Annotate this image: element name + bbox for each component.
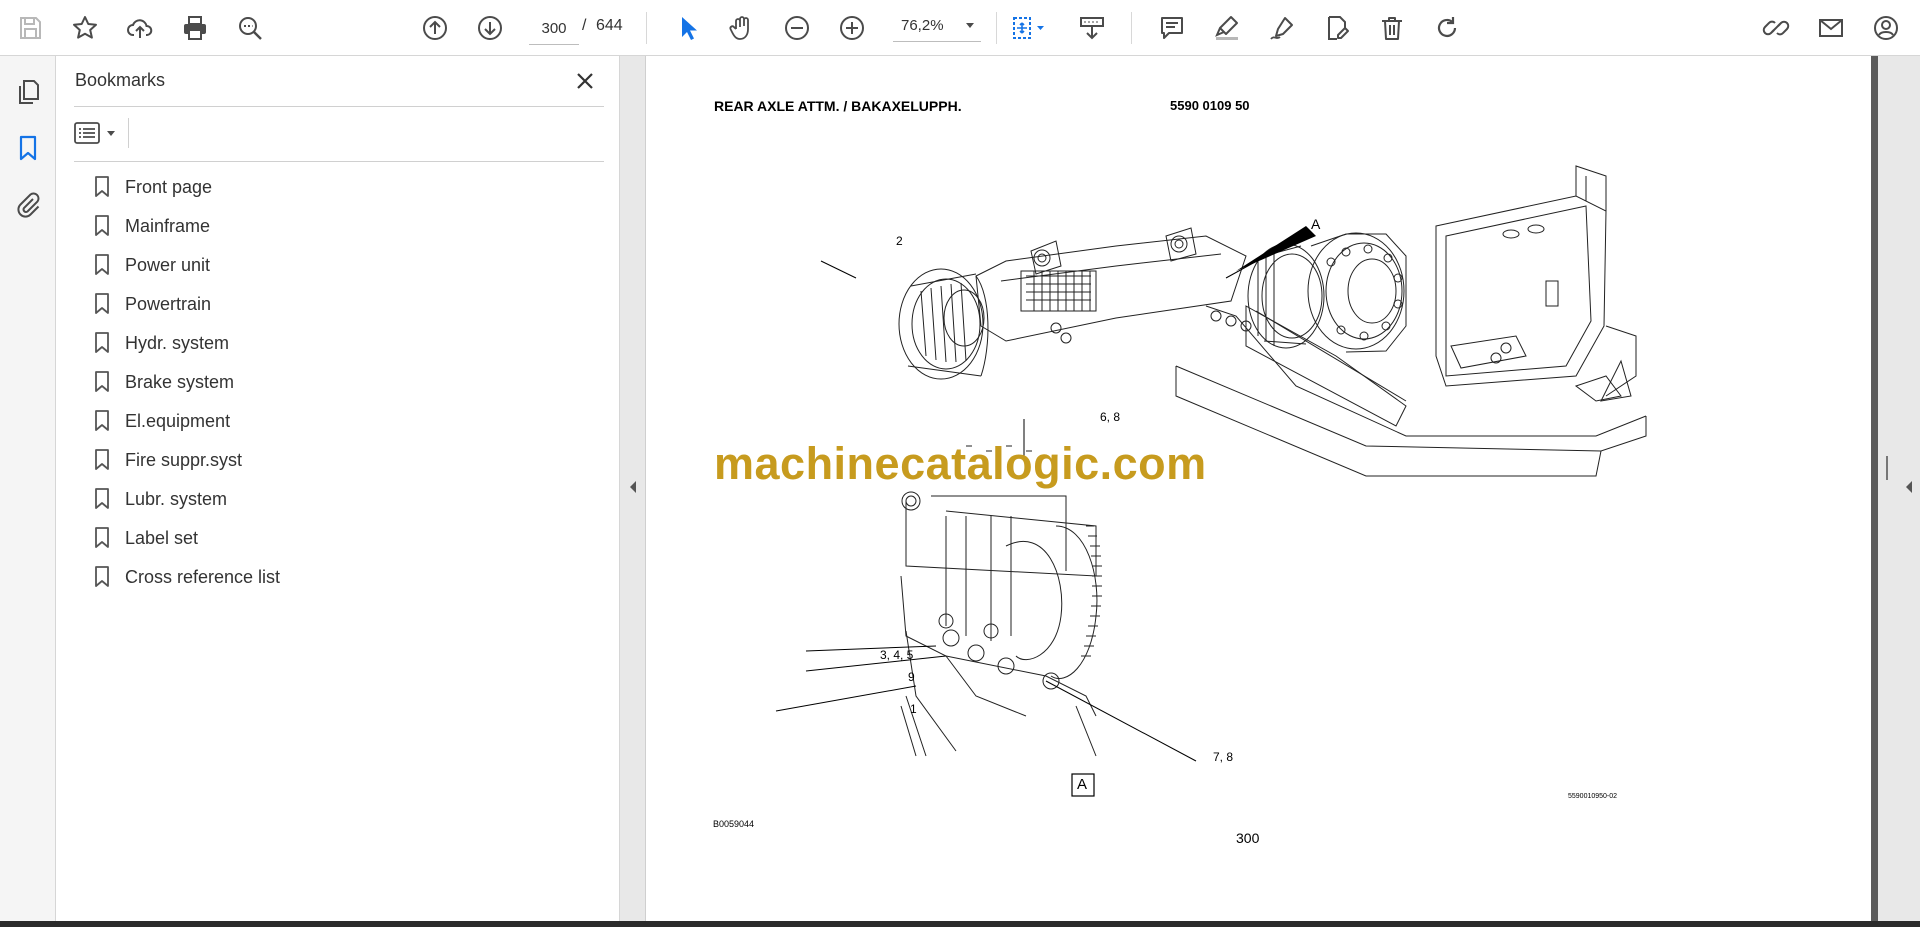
zoom-out-icon[interactable] xyxy=(778,9,816,47)
star-icon[interactable] xyxy=(66,9,104,47)
watermark: machinecatalogic.com xyxy=(714,438,1207,489)
bookmark-item[interactable]: Brake system xyxy=(94,367,574,397)
bookmark-icon xyxy=(95,410,109,431)
print-icon[interactable] xyxy=(176,9,214,47)
bookmark-label: Mainframe xyxy=(125,215,211,236)
callout-3-4-5: 3, 4, 5 xyxy=(880,648,914,662)
expand-right-panel-icon xyxy=(1906,481,1912,493)
bookmark-icon xyxy=(95,371,109,392)
bookmark-label: Cross reference list xyxy=(125,566,281,587)
bookmark-label: Brake system xyxy=(125,371,235,392)
detail-label-A: A xyxy=(1077,776,1088,793)
bookmark-item[interactable]: Hydr. system xyxy=(94,328,574,358)
callout-1: 1 xyxy=(910,702,917,716)
page-separator: / xyxy=(582,17,587,34)
document-page: REAR AXLE ATTM. / BAKAXELUPPH. 5590 0109… xyxy=(646,56,1871,921)
divider xyxy=(74,161,604,162)
bookmark-item[interactable]: El.equipment xyxy=(94,406,574,436)
bookmark-label: Fire suppr.syst xyxy=(125,449,243,470)
zoom-value: 76,2% xyxy=(901,17,944,34)
bookmark-icon xyxy=(95,176,109,197)
link-share-icon[interactable] xyxy=(1757,9,1795,47)
bookmark-icon xyxy=(95,449,109,470)
bookmark-icon xyxy=(95,332,109,353)
resize-handle[interactable] xyxy=(1886,456,1888,480)
right-panel-strip[interactable] xyxy=(1878,56,1920,921)
comment-icon[interactable] xyxy=(1153,9,1191,47)
zoom-in-icon[interactable] xyxy=(833,9,871,47)
bookmark-item[interactable]: Power unit xyxy=(94,250,574,280)
bookmark-item[interactable]: Mainframe xyxy=(94,211,574,241)
bookmark-icon xyxy=(95,293,109,314)
page-total: 644 xyxy=(596,17,623,34)
mail-icon[interactable] xyxy=(1812,9,1850,47)
callout-7-8: 7, 8 xyxy=(1213,750,1234,764)
bookmark-icon xyxy=(95,215,109,236)
select-tool-icon[interactable] xyxy=(668,9,706,47)
page-number-footer: 300 xyxy=(1236,830,1260,846)
bookmark-label: Hydr. system xyxy=(125,332,230,353)
bookmark-panel-icon[interactable] xyxy=(12,132,44,164)
drawing-reference: B0059044 xyxy=(713,819,755,829)
callout-9: 9 xyxy=(908,670,915,684)
bookmark-icon xyxy=(95,527,109,548)
bookmark-label: Front page xyxy=(125,176,213,197)
bookmark-label: Lubr. system xyxy=(125,488,228,509)
file-reference: 5590010950-02 xyxy=(1568,793,1618,800)
bookmark-icon xyxy=(95,488,109,509)
bookmark-label: El.equipment xyxy=(125,410,231,431)
toolbar-divider xyxy=(996,12,997,44)
toolbar-divider xyxy=(1131,12,1132,44)
panel-title: Bookmarks xyxy=(75,70,166,90)
bookmark-label: Label set xyxy=(125,527,199,548)
close-icon[interactable] xyxy=(572,68,598,94)
panel-collapse-strip[interactable] xyxy=(620,56,646,921)
delete-icon[interactable] xyxy=(1373,9,1411,47)
list-options-icon xyxy=(74,122,100,144)
zoom-dropdown[interactable]: 76,2% xyxy=(893,12,981,42)
bookmark-label: Power unit xyxy=(125,254,211,275)
page-number-input[interactable] xyxy=(529,12,579,45)
bookmark-item[interactable]: Lubr. system xyxy=(94,484,574,514)
find-icon[interactable] xyxy=(231,9,269,47)
page-thumbnails-icon[interactable] xyxy=(12,76,44,108)
draw-icon[interactable] xyxy=(1263,9,1301,47)
taskbar-edge xyxy=(0,921,1920,927)
bookmark-item[interactable]: Front page xyxy=(94,172,574,202)
divider xyxy=(128,118,129,148)
bookmark-item[interactable]: Label set xyxy=(94,523,574,553)
main-toolbar: / 644 76,2% xyxy=(0,0,1920,56)
collapse-left-icon xyxy=(630,481,636,493)
bookmark-item[interactable]: Fire suppr.syst xyxy=(94,445,574,475)
bookmark-options-button[interactable] xyxy=(74,118,120,148)
vertical-scrollbar[interactable] xyxy=(1871,56,1878,921)
bookmark-icon xyxy=(95,566,109,587)
hand-tool-icon[interactable] xyxy=(723,9,761,47)
scroll-mode-icon[interactable] xyxy=(1073,9,1111,47)
bookmark-label: Powertrain xyxy=(125,293,212,314)
callout-2: 2 xyxy=(896,234,903,248)
bookmark-item[interactable]: Powertrain xyxy=(94,289,574,319)
bookmark-item[interactable]: Cross reference list xyxy=(94,562,574,592)
rotate-icon[interactable] xyxy=(1428,9,1466,47)
divider xyxy=(74,106,604,107)
edit-text-icon[interactable] xyxy=(1318,9,1356,47)
highlight-icon[interactable] xyxy=(1208,9,1246,47)
save-icon[interactable] xyxy=(11,9,49,47)
bookmarks-panel: Bookmarks Front page Mainframe Power uni… xyxy=(56,56,620,921)
left-nav-rail xyxy=(0,56,56,921)
chevron-down-icon xyxy=(107,131,115,136)
attachments-icon[interactable] xyxy=(12,188,44,220)
chevron-down-icon xyxy=(966,23,974,28)
bookmark-icon xyxy=(95,254,109,275)
callout-A: A xyxy=(1311,216,1321,232)
toolbar-divider xyxy=(646,12,647,44)
fit-page-icon[interactable] xyxy=(1004,9,1054,47)
previous-page-icon[interactable] xyxy=(416,9,454,47)
account-icon[interactable] xyxy=(1867,9,1905,47)
callout-6-8: 6, 8 xyxy=(1100,410,1121,424)
cloud-upload-icon[interactable] xyxy=(121,9,159,47)
next-page-icon[interactable] xyxy=(471,9,509,47)
rear-axle-drawing xyxy=(775,165,1647,797)
